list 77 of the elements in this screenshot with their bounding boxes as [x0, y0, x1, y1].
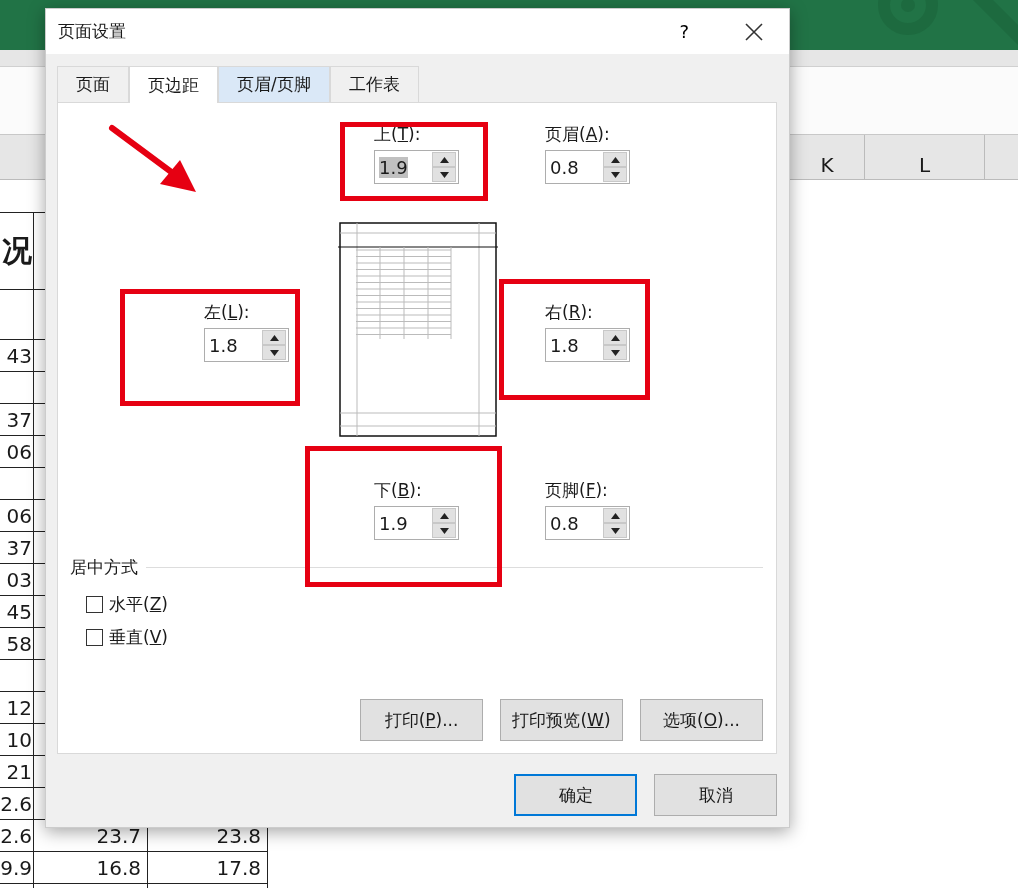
- spin-up-button[interactable]: [603, 152, 627, 167]
- down-caret-icon: [439, 171, 449, 178]
- field-label: 上(T):: [374, 123, 422, 146]
- table-cell: 03: [0, 564, 34, 596]
- down-caret-icon: [439, 527, 449, 534]
- table-cell: 10: [0, 724, 34, 756]
- spin-field[interactable]: 1.9: [374, 150, 459, 184]
- spin-up-button[interactable]: [603, 508, 627, 523]
- tab[interactable]: 页面: [57, 66, 129, 102]
- field-label: 右(R):: [545, 301, 594, 324]
- spin-up-button[interactable]: [262, 330, 286, 345]
- up-caret-icon: [610, 512, 620, 519]
- up-caret-icon: [610, 156, 620, 163]
- up-caret-icon: [439, 156, 449, 163]
- column-header[interactable]: L: [865, 135, 985, 179]
- dialog-title: 页面设置: [58, 20, 127, 43]
- dialog-button[interactable]: 确定: [514, 774, 637, 816]
- table-cell: 45: [0, 596, 34, 628]
- table-cell: 2.6: [0, 788, 34, 820]
- table-cell: 37: [0, 404, 34, 436]
- spin-field[interactable]: 0.8: [545, 150, 630, 184]
- spin-down-button[interactable]: [603, 345, 627, 360]
- checkbox[interactable]: [86, 596, 103, 613]
- field-value: 1.8: [209, 334, 238, 356]
- spin-field[interactable]: 0.8: [545, 506, 630, 540]
- spin-field[interactable]: 1.8: [545, 328, 630, 362]
- table-cell: 58: [0, 628, 34, 660]
- checkbox[interactable]: [86, 629, 103, 646]
- table-cell: 况: [0, 212, 34, 290]
- spin-field[interactable]: 1.9: [374, 506, 459, 540]
- down-caret-icon: [610, 171, 620, 178]
- up-caret-icon: [269, 334, 279, 341]
- down-caret-icon: [610, 349, 620, 356]
- spin-down-button[interactable]: [262, 345, 286, 360]
- dialog-button[interactable]: 打印预览(W): [500, 699, 623, 741]
- table-cell: 21: [0, 756, 34, 788]
- table-cell: 06: [0, 500, 34, 532]
- help-button[interactable]: ?: [673, 20, 695, 43]
- spin-up-button[interactable]: [432, 508, 456, 523]
- table-cell: 9.9: [0, 852, 34, 884]
- up-caret-icon: [439, 512, 449, 519]
- close-icon[interactable]: [745, 22, 763, 41]
- field-label: 页眉(A):: [545, 123, 611, 146]
- down-caret-icon: [269, 349, 279, 356]
- field-value: 0.8: [550, 512, 579, 534]
- spin-down-button[interactable]: [432, 167, 456, 182]
- table-cell: 2.6: [0, 820, 34, 852]
- tab[interactable]: 页眉/页脚: [218, 66, 330, 102]
- field-value: 0.8: [550, 156, 579, 178]
- spin-field[interactable]: 1.8: [204, 328, 289, 362]
- field-value: 1.8: [550, 334, 579, 356]
- table-cell: 16.8: [34, 852, 148, 884]
- up-caret-icon: [610, 334, 620, 341]
- field-value: 1.9: [379, 512, 408, 534]
- table-cell: 17.8: [148, 852, 268, 884]
- dialog-button[interactable]: 选项(O)...: [640, 699, 763, 741]
- table-cell: 37: [0, 532, 34, 564]
- spin-down-button[interactable]: [603, 523, 627, 538]
- section-title: 居中方式: [70, 556, 138, 579]
- field-value: 1.9: [379, 156, 408, 178]
- spin-up-button[interactable]: [432, 152, 456, 167]
- dialog-button[interactable]: 打印(P)...: [360, 699, 483, 741]
- field-label: 页脚(F):: [545, 479, 609, 502]
- tab[interactable]: 页边距: [129, 66, 218, 103]
- table-cell: 43: [0, 340, 34, 372]
- spin-down-button[interactable]: [603, 167, 627, 182]
- field-label: 左(L):: [204, 301, 251, 324]
- dialog-button[interactable]: 取消: [654, 774, 777, 816]
- field-label: 下(B):: [374, 479, 423, 502]
- spin-down-button[interactable]: [432, 523, 456, 538]
- spin-up-button[interactable]: [603, 330, 627, 345]
- table-cell: 06: [0, 436, 34, 468]
- down-caret-icon: [610, 527, 620, 534]
- checkbox-label[interactable]: 垂直(V): [109, 626, 168, 649]
- tab[interactable]: 工作表: [329, 66, 419, 102]
- table-cell: 12: [0, 692, 34, 724]
- checkbox-label[interactable]: 水平(Z): [109, 593, 168, 616]
